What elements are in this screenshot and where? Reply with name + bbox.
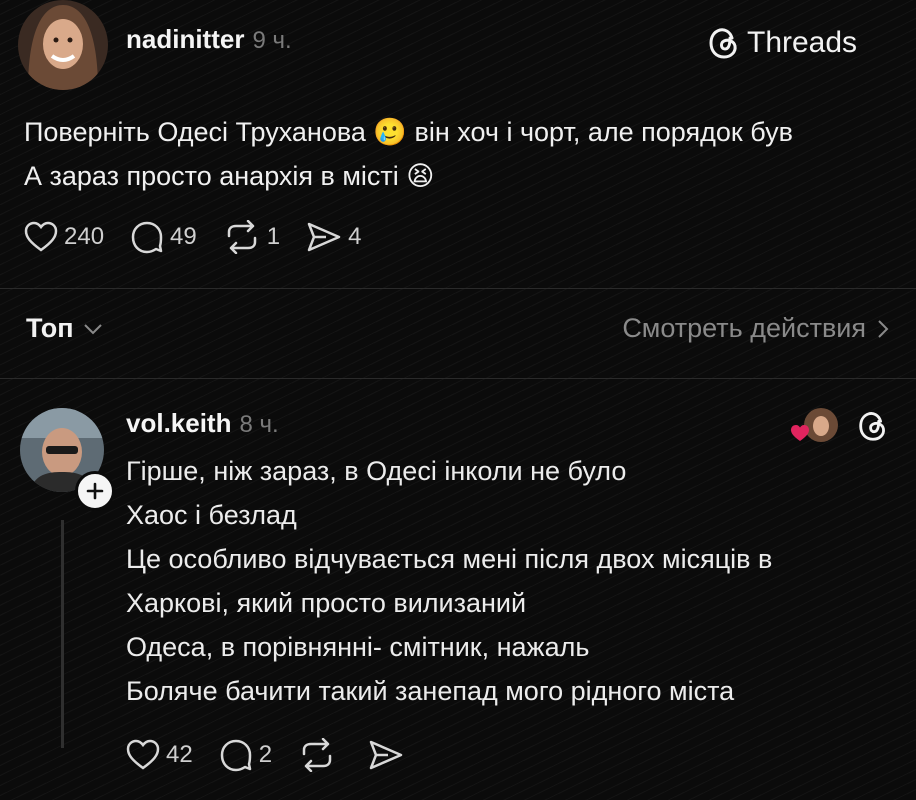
- reply-text-line-5: Одеса, в порівнянні- смітник, нажаль: [126, 632, 590, 662]
- reply-like-button[interactable]: 42: [126, 739, 193, 771]
- reply-like-count: 42: [166, 741, 193, 768]
- repost-icon: [302, 738, 332, 772]
- threads-logo-icon: [709, 28, 737, 59]
- heart-icon: [126, 739, 160, 770]
- section-divider-2: [0, 378, 916, 379]
- sort-dropdown[interactable]: Топ: [26, 313, 104, 344]
- author-liked-indicator: [790, 408, 840, 444]
- chevron-down-icon: [83, 323, 102, 334]
- post-repost-button[interactable]: 1: [223, 220, 280, 254]
- follow-plus-button[interactable]: [75, 471, 115, 511]
- threads-brand-label: Threads: [747, 26, 858, 59]
- threads-logo-icon[interactable]: [855, 408, 891, 444]
- reply-text-line-2: Хаос і безлад: [126, 500, 297, 530]
- comment-icon: [220, 739, 251, 772]
- chevron-right-icon: [878, 319, 889, 338]
- view-activity-label: Смотреть действия: [622, 313, 866, 343]
- reply-comment-button[interactable]: 2: [219, 738, 272, 772]
- reply-comment-count: 2: [258, 741, 273, 768]
- share-icon: [369, 740, 403, 770]
- heart-icon: [24, 221, 58, 252]
- post-share-button[interactable]: 4: [306, 221, 361, 253]
- post-text-line-1: Поверніть Одесі Труханова 🥲 він хоч і чо…: [24, 117, 793, 147]
- threads-brand: Threads: [705, 24, 857, 62]
- reply-text-line-3: Це особливо відчувається мені після двох…: [126, 544, 773, 574]
- view-activity-link[interactable]: Смотреть действия: [622, 313, 890, 344]
- heart-icon: [791, 425, 809, 441]
- share-icon: [307, 222, 341, 252]
- reply-text-line-6: Боляче бачити такий занепад мого рідного…: [126, 676, 735, 706]
- plus-icon: [86, 482, 104, 500]
- post-time: 9 ч.: [252, 27, 292, 54]
- reply-text-line-1: Гірше, ніж зараз, в Одесі інколи не було: [126, 456, 627, 486]
- repost-icon: [227, 220, 256, 254]
- post-username[interactable]: nadinitter: [126, 24, 244, 55]
- reply-repost-button[interactable]: [298, 738, 342, 772]
- reply-time: 8 ч.: [239, 411, 279, 438]
- post-repost-count: 1: [266, 223, 281, 250]
- post-comment-button[interactable]: 49: [130, 220, 197, 254]
- comment-icon: [131, 221, 163, 254]
- post-like-count: 240: [64, 223, 105, 250]
- reply-share-button[interactable]: [368, 739, 410, 771]
- post-share-count: 4: [348, 223, 362, 250]
- post-comment-count: 49: [170, 223, 197, 250]
- reply-username[interactable]: vol.keith: [126, 408, 231, 439]
- sort-label: Топ: [26, 313, 74, 343]
- post-like-button[interactable]: 240: [24, 221, 104, 253]
- section-divider: [0, 288, 916, 289]
- thread-line: [61, 520, 64, 748]
- post-author-avatar[interactable]: [18, 0, 108, 90]
- reply-actions: 42 2: [126, 738, 436, 772]
- post-actions: 240 49 1 4: [24, 220, 387, 254]
- post-text-line-2: А зараз просто анархія в місті 😫: [24, 161, 435, 191]
- reply-text-line-4: Харкові, який просто вилизаний: [126, 588, 527, 618]
